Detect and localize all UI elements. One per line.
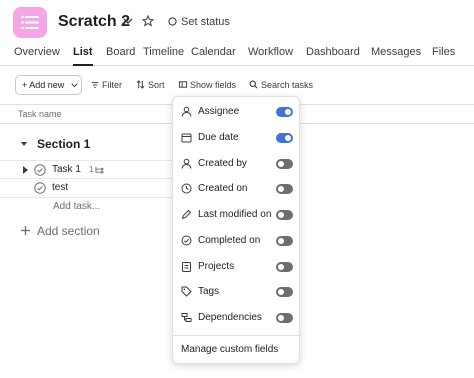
field-item-label: Created on — [198, 183, 248, 194]
list-icon — [21, 16, 39, 29]
toggle-knob — [285, 109, 291, 115]
field-toggle-assignee[interactable] — [276, 107, 293, 117]
tab-timeline[interactable]: Timeline — [143, 46, 184, 58]
add-section-button[interactable]: Add section — [37, 224, 100, 238]
field-item-created-on[interactable]: Created on — [173, 178, 301, 200]
project-tabs: Overview List Board Timeline Calendar Wo… — [0, 44, 474, 66]
tab-overview[interactable]: Overview — [14, 46, 60, 58]
toggle-knob — [278, 264, 284, 270]
toggle-knob — [285, 135, 291, 141]
pencil-icon — [181, 209, 192, 220]
status-circle-icon — [168, 17, 177, 26]
field-item-label: Assignee — [198, 106, 240, 117]
person-icon — [181, 106, 192, 117]
field-item-tags[interactable]: Tags — [173, 281, 301, 303]
tag-icon — [181, 286, 192, 297]
tab-board[interactable]: Board — [106, 46, 135, 58]
field-toggle-completed-on[interactable] — [276, 236, 293, 246]
field-item-label: Due date — [198, 132, 239, 143]
field-toggle-projects[interactable] — [276, 262, 293, 272]
check-circle-icon[interactable] — [34, 164, 46, 176]
chevron-down-icon — [71, 83, 78, 88]
chevron-down-icon[interactable] — [123, 17, 133, 25]
clipboard-icon — [182, 262, 191, 272]
field-item-due-date[interactable]: Due date — [173, 127, 301, 149]
table-row[interactable]: test — [0, 179, 172, 198]
field-item-label: Dependencies — [198, 312, 262, 323]
task-name[interactable]: test — [52, 182, 68, 193]
field-item-label: Last modified on — [198, 209, 272, 220]
subtask-icon — [95, 166, 104, 174]
field-toggle-dependencies[interactable] — [276, 313, 293, 323]
column-header-task-name[interactable]: Task name — [18, 109, 62, 119]
star-icon[interactable] — [142, 15, 154, 27]
sort-icon — [136, 80, 145, 89]
task-name[interactable]: Task 1 — [52, 164, 81, 175]
toggle-knob — [278, 186, 284, 192]
toggle-knob — [278, 161, 284, 167]
tab-dashboard[interactable]: Dashboard — [306, 46, 360, 58]
toggle-knob — [278, 212, 284, 218]
tab-files[interactable]: Files — [432, 46, 455, 58]
filter-icon — [91, 82, 99, 88]
field-item-label: Projects — [198, 261, 235, 272]
person-icon — [181, 158, 192, 169]
check-circle-icon[interactable] — [34, 182, 46, 194]
caret-right-icon[interactable] — [22, 166, 28, 174]
field-item-label: Created by — [198, 158, 247, 169]
clock-icon — [181, 183, 192, 194]
tab-messages[interactable]: Messages — [371, 46, 421, 58]
field-toggle-last-modified-on[interactable] — [276, 210, 293, 220]
project-title[interactable]: Scratch 2 — [58, 13, 130, 31]
field-toggle-created-on[interactable] — [276, 184, 293, 194]
field-item-label: Completed on — [198, 235, 261, 246]
plus-icon — [21, 226, 30, 235]
project-icon[interactable] — [13, 7, 47, 38]
menu-divider — [173, 335, 301, 336]
filter-button[interactable]: Filter — [102, 80, 122, 90]
dependencies-icon — [181, 313, 192, 322]
field-item-label: Tags — [198, 286, 220, 297]
show-fields-menu: Assignee Due date Created by Created on Last… — [172, 96, 301, 364]
toggle-knob — [278, 289, 284, 295]
check-circle-icon — [181, 235, 192, 246]
field-item-completed-on[interactable]: Completed on — [173, 230, 301, 252]
add-task-button[interactable]: Add task... — [53, 201, 100, 212]
field-toggle-created-by[interactable] — [276, 159, 293, 169]
field-item-projects[interactable]: Projects — [173, 256, 301, 278]
field-item-created-by[interactable]: Created by — [173, 153, 301, 175]
add-new-button[interactable]: + Add new — [15, 75, 82, 95]
add-new-label: + Add new — [22, 80, 65, 90]
table-row[interactable]: Task 1 1 — [0, 160, 172, 179]
toggle-knob — [278, 315, 284, 321]
tab-calendar[interactable]: Calendar — [191, 46, 236, 58]
field-item-dependencies[interactable]: Dependencies — [173, 307, 301, 329]
search-icon — [249, 80, 258, 89]
field-toggle-due-date[interactable] — [276, 133, 293, 143]
sort-button[interactable]: Sort — [148, 80, 165, 90]
calendar-icon — [181, 133, 192, 143]
toggle-knob — [278, 238, 284, 244]
show-fields-button[interactable]: Show fields — [190, 80, 236, 90]
field-item-assignee[interactable]: Assignee — [173, 101, 301, 123]
search-tasks-input[interactable]: Search tasks — [261, 80, 313, 90]
tab-list[interactable]: List — [73, 46, 93, 66]
field-toggle-tags[interactable] — [276, 287, 293, 297]
columns-icon — [178, 81, 188, 88]
subtask-count: 1 — [89, 165, 94, 174]
manage-custom-fields-button[interactable]: Manage custom fields — [181, 344, 278, 355]
caret-down-icon[interactable] — [20, 141, 28, 147]
section-title[interactable]: Section 1 — [37, 137, 90, 151]
tab-workflow[interactable]: Workflow — [248, 46, 293, 58]
set-status-button[interactable]: Set status — [181, 16, 230, 28]
field-item-last-modified-on[interactable]: Last modified on — [173, 204, 301, 226]
